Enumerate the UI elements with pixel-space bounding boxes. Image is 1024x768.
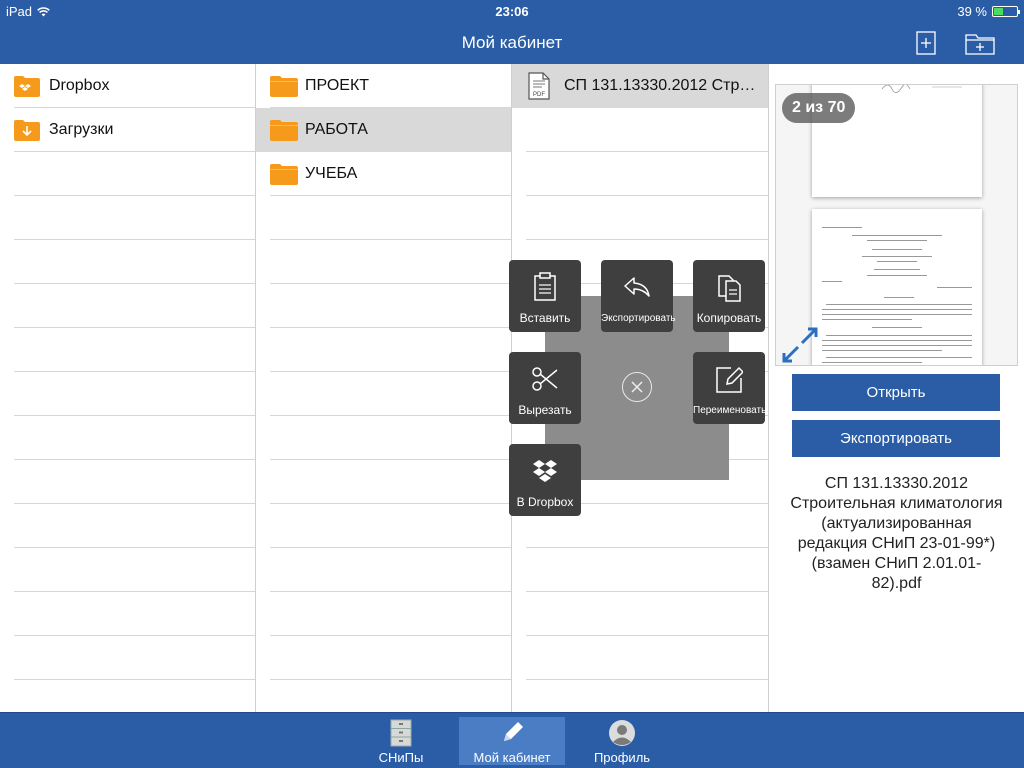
sources-column: Dropbox Загрузки [0, 64, 256, 712]
expand-icon[interactable] [780, 325, 820, 365]
scissors-icon [532, 367, 558, 391]
folder-icon [270, 76, 298, 97]
tab-label: Мой кабинет [473, 750, 551, 765]
rename-button[interactable]: Переименовать [693, 352, 767, 424]
list-item-label: Загрузки [49, 121, 114, 138]
add-icon [916, 31, 936, 55]
list-item-dropbox[interactable]: Dropbox [0, 64, 255, 108]
dropbox-label: В Dropbox [516, 495, 574, 509]
copy-label: Копировать [696, 311, 762, 325]
battery-indicator: 39 % [957, 4, 1020, 19]
dropbox-button[interactable]: В Dropbox [509, 444, 581, 516]
add-button[interactable] [914, 30, 938, 56]
folder-label: РАБОТА [305, 121, 368, 138]
folders-column: ПРОЕКТ РАБОТА УЧЕБА [256, 64, 512, 712]
edit-icon [716, 366, 743, 393]
status-time: 23:06 [495, 4, 529, 19]
page-indicator: 2 из 70 [782, 93, 856, 123]
file-label: СП 131.13330.2012 Стр… [564, 77, 756, 94]
cut-label: Вырезать [518, 403, 572, 417]
paste-button[interactable]: Вставить [509, 260, 581, 332]
tab-profile[interactable]: Профиль [578, 717, 666, 765]
folder-item-work[interactable]: РАБОТА [256, 108, 511, 152]
profile-icon [609, 720, 635, 746]
pdf-icon-text: PDF [533, 92, 545, 98]
folder-item-project[interactable]: ПРОЕКТ [256, 64, 511, 108]
page-thumbnail[interactable]: 2 из 70 [775, 84, 1018, 366]
folder-item-study[interactable]: УЧЕБА [256, 152, 511, 196]
battery-icon [992, 6, 1020, 17]
preview-panel: 2 из 70 Открыть Экспортировать СП 131.13… [769, 64, 1024, 712]
rename-label: Переименовать [693, 405, 767, 416]
file-item-sp131[interactable]: PDF СП 131.13330.2012 Стр… [512, 64, 768, 108]
close-icon [631, 381, 643, 393]
tab-snips[interactable]: СНиПы [360, 717, 442, 765]
folder-label: УЧЕБА [305, 165, 358, 182]
clipboard-icon [534, 272, 556, 301]
folder-icon [270, 120, 298, 141]
page-title: Мой кабинет [461, 33, 563, 52]
copy-button[interactable]: Копировать [693, 260, 765, 332]
dropbox-icon [533, 460, 557, 482]
folder-label: ПРОЕКТ [305, 77, 370, 94]
battery-percent: 39 % [957, 4, 987, 19]
file-name: СП 131.13330.2012 Строительная климатоло… [790, 475, 1003, 592]
list-item-label: Dropbox [49, 77, 110, 94]
new-folder-icon [965, 34, 995, 55]
tab-label: Профиль [593, 750, 651, 765]
nav-bar: Мой кабинет [0, 22, 1024, 64]
cut-button[interactable]: Вырезать [509, 352, 581, 424]
export-button[interactable]: Экспортировать [792, 420, 1000, 457]
new-folder-button[interactable] [964, 30, 996, 56]
pdf-file-icon: PDF [528, 72, 550, 100]
folder-icon [270, 164, 298, 185]
cabinet-icon [390, 719, 412, 747]
close-menu-button[interactable] [622, 372, 652, 402]
pencil-icon [504, 722, 523, 741]
download-folder-icon [14, 120, 40, 141]
tab-label: СНиПы [378, 750, 424, 765]
copy-icon [718, 275, 741, 302]
document-page [812, 209, 982, 365]
status-bar: iPad 23:06 39 % [0, 0, 1024, 22]
paste-label: Вставить [519, 311, 571, 325]
list-item-downloads[interactable]: Загрузки [0, 108, 255, 152]
reply-arrow-icon [624, 277, 650, 297]
open-button[interactable]: Открыть [792, 374, 1000, 411]
export-label: Экспортировать [601, 313, 676, 324]
tab-my-cabinet[interactable]: Мой кабинет [459, 717, 565, 765]
export-menu-button[interactable]: Экспортировать [601, 260, 676, 332]
tab-bar: СНиПы Мой кабинет Профиль [0, 712, 1024, 768]
dropbox-folder-icon [14, 76, 40, 97]
